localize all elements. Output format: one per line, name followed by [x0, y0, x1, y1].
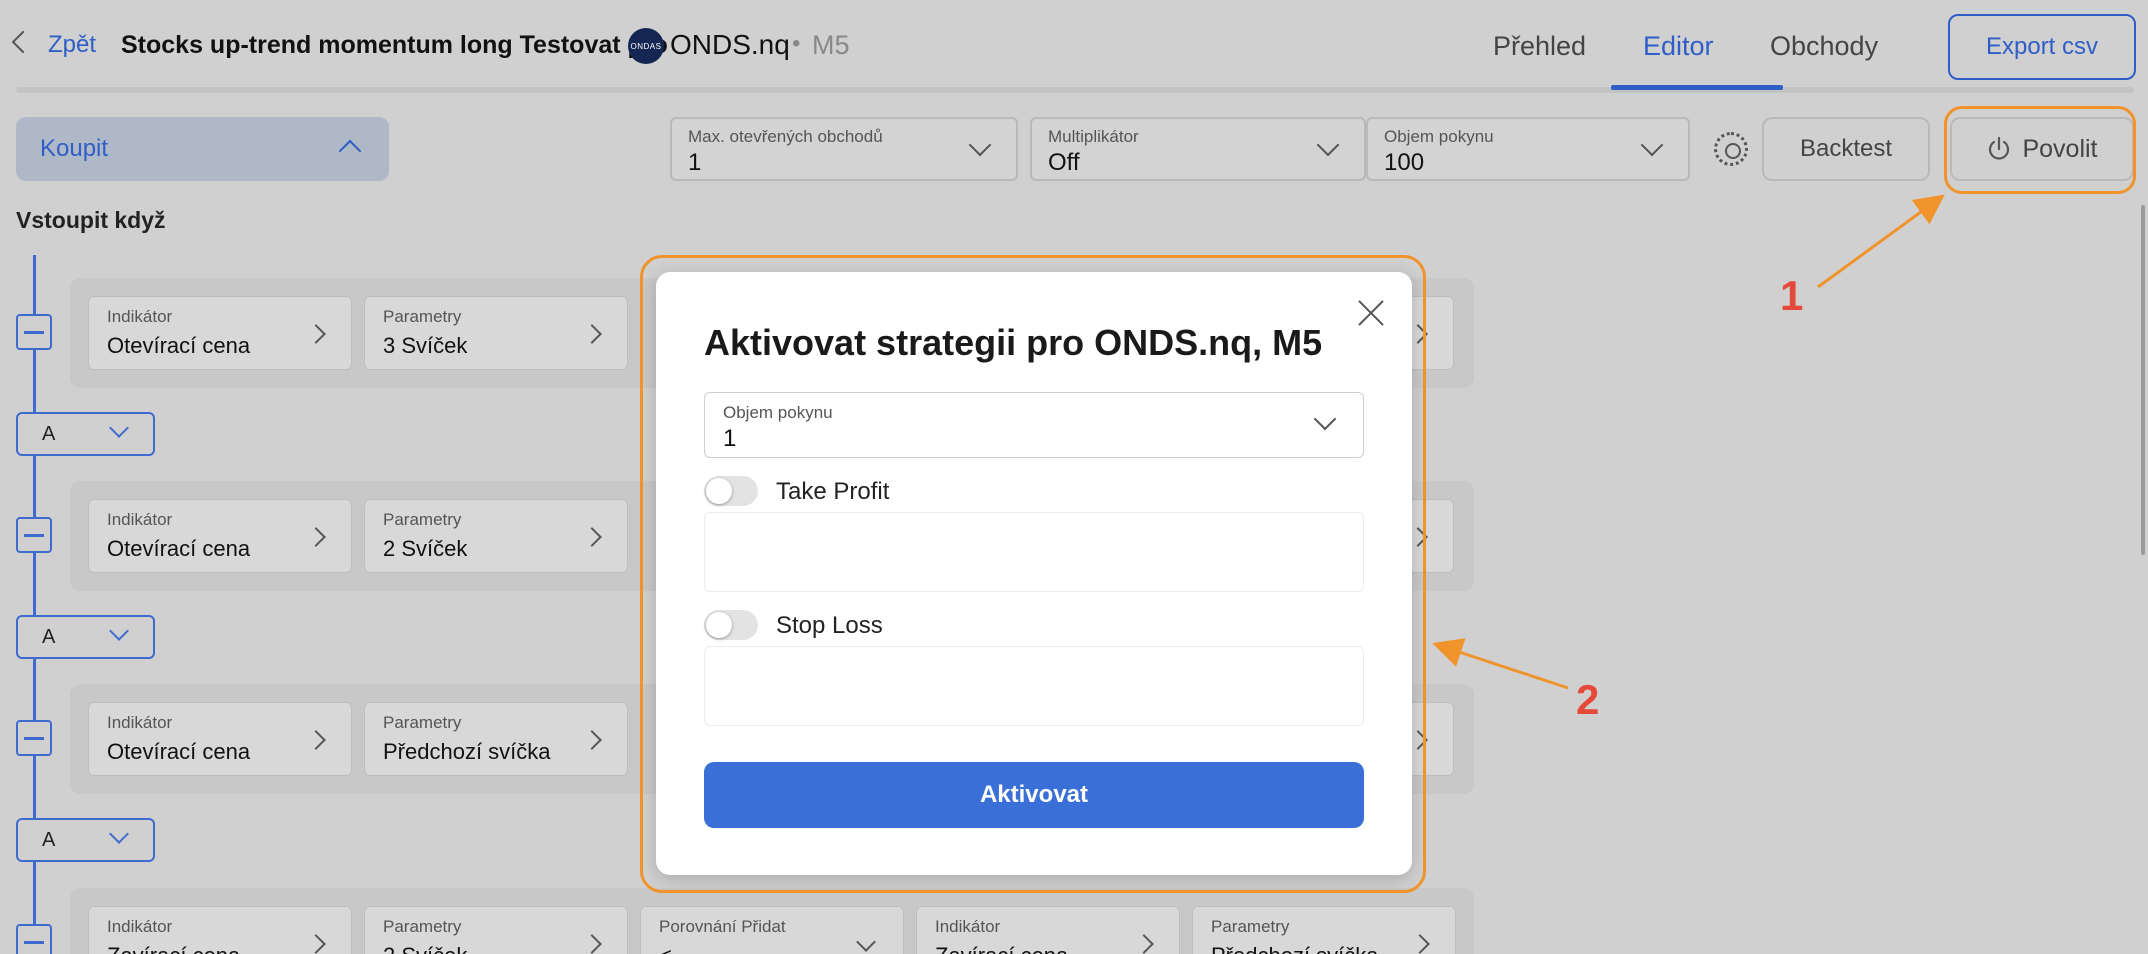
- logic-connector-select[interactable]: A: [16, 615, 155, 659]
- arrow-to-modal: [1432, 638, 1569, 690]
- remove-condition-button[interactable]: [16, 517, 52, 553]
- backtest-button[interactable]: Backtest: [1762, 117, 1930, 181]
- field-label: Parametry: [383, 307, 462, 326]
- select-value: 100: [1384, 149, 1425, 176]
- max-open-trades-select[interactable]: Max. otevřených obchodů 1: [670, 117, 1018, 181]
- chevron-up-icon: [338, 139, 362, 163]
- field-label: Parametry: [383, 917, 462, 936]
- field-value: <: [659, 943, 672, 954]
- tab-editor[interactable]: Editor: [1643, 31, 1714, 62]
- entry-section-title: Vstoupit když: [16, 207, 166, 233]
- arrow-to-enable-button: [1817, 194, 1945, 289]
- field-label: Parametry: [1211, 917, 1290, 936]
- field-label: Indikátor: [107, 510, 173, 529]
- connector-value: A: [42, 829, 56, 851]
- parameters-field[interactable]: Parametry 2 Svíček: [364, 906, 628, 954]
- export-csv-button[interactable]: Export csv: [1948, 14, 2136, 80]
- remove-condition-button[interactable]: [16, 314, 52, 350]
- select-label: Max. otevřených obchodů: [688, 127, 883, 146]
- field-value: Otevírací cena: [107, 536, 251, 561]
- field-value: 3 Svíček: [383, 333, 468, 358]
- order-volume-select[interactable]: Objem pokynu 100: [1366, 117, 1690, 181]
- buy-section-toggle[interactable]: Koupit: [16, 117, 389, 181]
- separator-dot: •: [792, 30, 801, 57]
- parameters-field[interactable]: Parametry Předchozí svíčka: [1192, 906, 1456, 954]
- multiplier-select[interactable]: Multiplikátor Off: [1030, 117, 1366, 181]
- timeframe-label: M5: [812, 30, 850, 60]
- header-divider: [16, 87, 2134, 93]
- field-label: Porovnání Přidat: [659, 917, 786, 936]
- select-value: 1: [688, 149, 702, 176]
- connector-value: A: [42, 423, 56, 445]
- annotation-marker-2: 2: [1576, 676, 1600, 723]
- chevron-right-icon: [306, 324, 326, 344]
- parameters-field[interactable]: Parametry Předchozí svíčka: [364, 702, 628, 776]
- select-value: Off: [1048, 149, 1080, 176]
- chevron-down-icon: [109, 621, 129, 641]
- field-label: Parametry: [383, 510, 462, 529]
- chevron-right-icon: [1410, 934, 1430, 954]
- logic-connector-select[interactable]: A: [16, 818, 155, 862]
- chevron-down-icon: [109, 824, 129, 844]
- chevron-down-icon: [109, 418, 129, 438]
- back-chevron-icon[interactable]: [11, 30, 35, 54]
- chevron-down-icon: [1316, 133, 1340, 157]
- tab-prehled[interactable]: Přehled: [1493, 31, 1586, 62]
- chevron-right-icon: [306, 934, 326, 954]
- field-value: Otevírací cena: [107, 333, 251, 358]
- field-value: 2 Svíček: [383, 943, 467, 954]
- chevron-right-icon: [582, 730, 602, 750]
- chevron-right-icon: [306, 527, 326, 547]
- ondas-logo: ONDAS: [628, 28, 664, 64]
- indicator-field[interactable]: Indikátor Zavírací cena: [88, 906, 352, 954]
- chevron-right-icon: [306, 730, 326, 750]
- back-link[interactable]: Zpět: [48, 31, 96, 59]
- tab-obchody[interactable]: Obchody: [1770, 31, 1878, 62]
- buy-section-label: Koupit: [40, 135, 109, 162]
- field-label: Indikátor: [107, 713, 173, 732]
- scrollbar[interactable]: [2141, 205, 2145, 555]
- chevron-right-icon: [582, 324, 602, 344]
- chevron-right-icon: [582, 527, 602, 547]
- modal-highlight: [640, 255, 1426, 893]
- field-value: Zavírací cena: [935, 943, 1068, 954]
- enable-button-highlight: [1944, 106, 2136, 194]
- chevron-down-icon: [1640, 133, 1664, 157]
- parameters-field[interactable]: Parametry 2 Svíček: [364, 499, 628, 573]
- parameters-field[interactable]: Parametry 3 Svíček: [364, 296, 628, 370]
- remove-condition-button[interactable]: [16, 924, 52, 954]
- condition-row: Indikátor Zavírací cena Parametry 2 Svíč…: [70, 888, 1474, 954]
- select-label: Multiplikátor: [1048, 127, 1139, 146]
- symbol-label: ONDS.nq: [670, 29, 790, 60]
- annotation-marker-1: 1: [1780, 272, 1804, 319]
- field-value: Předchozí svíčka: [383, 739, 551, 764]
- field-label: Indikátor: [107, 917, 173, 936]
- select-label: Objem pokynu: [1384, 127, 1494, 146]
- field-label: Parametry: [383, 713, 462, 732]
- indicator-field[interactable]: Indikátor Zavírací cena: [916, 906, 1180, 954]
- chevron-right-icon: [1134, 934, 1154, 954]
- logic-connector-select[interactable]: A: [16, 412, 155, 456]
- field-value: Předchozí svíčka: [1211, 943, 1379, 954]
- chevron-down-icon: [856, 932, 876, 952]
- indicator-field[interactable]: Indikátor Otevírací cena: [88, 702, 352, 776]
- connector-value: A: [42, 626, 56, 648]
- field-label: Indikátor: [107, 307, 173, 326]
- field-value: 2 Svíček: [383, 536, 468, 561]
- field-label: Indikátor: [935, 917, 1001, 936]
- field-value: Zavírací cena: [107, 943, 240, 954]
- comparison-field[interactable]: Porovnání Přidat <: [640, 906, 904, 954]
- chevron-down-icon: [968, 133, 992, 157]
- gear-icon[interactable]: [1714, 132, 1748, 166]
- chevron-right-icon: [582, 934, 602, 954]
- indicator-field[interactable]: Indikátor Otevírací cena: [88, 499, 352, 573]
- remove-condition-button[interactable]: [16, 720, 52, 756]
- field-value: Otevírací cena: [107, 739, 251, 764]
- active-tab-indicator: [1611, 85, 1783, 90]
- strategy-title: Stocks up-trend momentum long Testovat p…: [121, 31, 668, 59]
- indicator-field[interactable]: Indikátor Otevírací cena: [88, 296, 352, 370]
